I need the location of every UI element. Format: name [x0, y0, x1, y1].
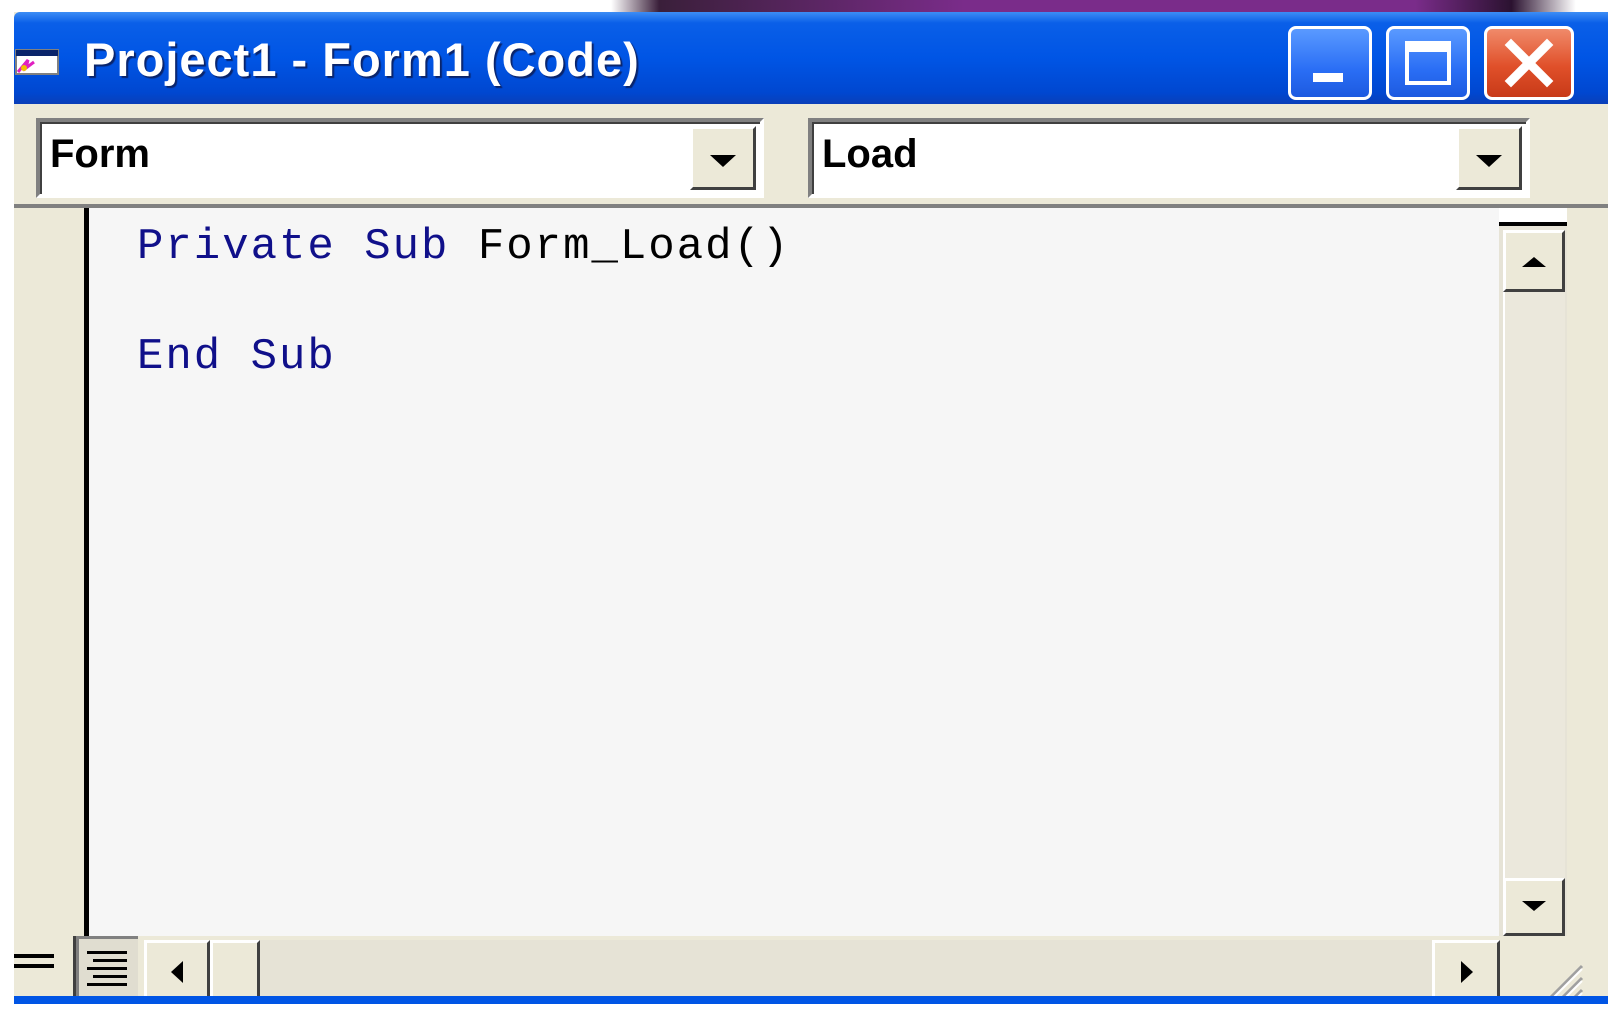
maximize-button[interactable] — [1386, 26, 1470, 100]
chevron-right-icon — [1461, 961, 1473, 983]
code-text: Form_Load() — [449, 222, 791, 272]
chevron-down-icon — [1476, 155, 1502, 167]
chevron-down-icon — [1522, 901, 1546, 911]
code-line: Private Sub Form_Load() — [137, 222, 790, 272]
margin-indicator-bar[interactable] — [14, 208, 84, 936]
close-icon — [1504, 38, 1554, 88]
procedure-dropdown[interactable]: Load — [808, 118, 1530, 198]
procedure-view-icon — [14, 954, 54, 968]
background-decoration — [0, 0, 1608, 12]
code-window: Project1 - Form1 (Code) Form Load Privat… — [14, 12, 1608, 1036]
scroll-up-button[interactable] — [1503, 230, 1565, 292]
object-dropdown-button[interactable] — [690, 126, 756, 190]
object-dropdown[interactable]: Form — [36, 118, 764, 198]
scroll-right-button[interactable] — [1432, 940, 1500, 1004]
code-keyword: End Sub — [137, 332, 336, 382]
horizontal-scroll-thumb[interactable] — [210, 940, 260, 1004]
code-keyword: Private Sub — [137, 222, 450, 272]
window-title: Project1 - Form1 (Code) — [84, 33, 640, 86]
code-line: End Sub — [137, 332, 336, 382]
procedure-dropdown-value: Load — [822, 132, 918, 176]
chevron-left-icon — [171, 961, 183, 983]
split-bar[interactable] — [1499, 208, 1567, 226]
minimize-button[interactable] — [1288, 26, 1372, 100]
close-button[interactable] — [1484, 26, 1574, 100]
chevron-up-icon — [1522, 257, 1546, 267]
vertical-scrollbar[interactable] — [1499, 208, 1567, 936]
full-module-view-button[interactable] — [76, 936, 138, 1004]
window-frame-bottom — [14, 996, 1608, 1004]
procedure-view-button[interactable] — [14, 936, 76, 1004]
maximize-icon — [1405, 41, 1451, 85]
vertical-scroll-track[interactable] — [1503, 292, 1565, 878]
title-bar[interactable]: Project1 - Form1 (Code) — [14, 12, 1608, 104]
procedure-dropdown-button[interactable] — [1456, 126, 1522, 190]
vb-form-icon — [14, 46, 60, 78]
window-bottom-edge — [0, 996, 1608, 1036]
code-editor[interactable]: Private Sub Form_Load() End Sub — [89, 208, 1499, 936]
minimize-icon — [1313, 73, 1343, 82]
chevron-down-icon — [710, 155, 736, 167]
scroll-down-button[interactable] — [1503, 878, 1565, 936]
horizontal-scrollbar[interactable] — [144, 940, 1500, 1004]
object-dropdown-value: Form — [50, 132, 150, 176]
full-module-view-icon — [87, 951, 127, 986]
scroll-left-button[interactable] — [144, 940, 210, 1004]
